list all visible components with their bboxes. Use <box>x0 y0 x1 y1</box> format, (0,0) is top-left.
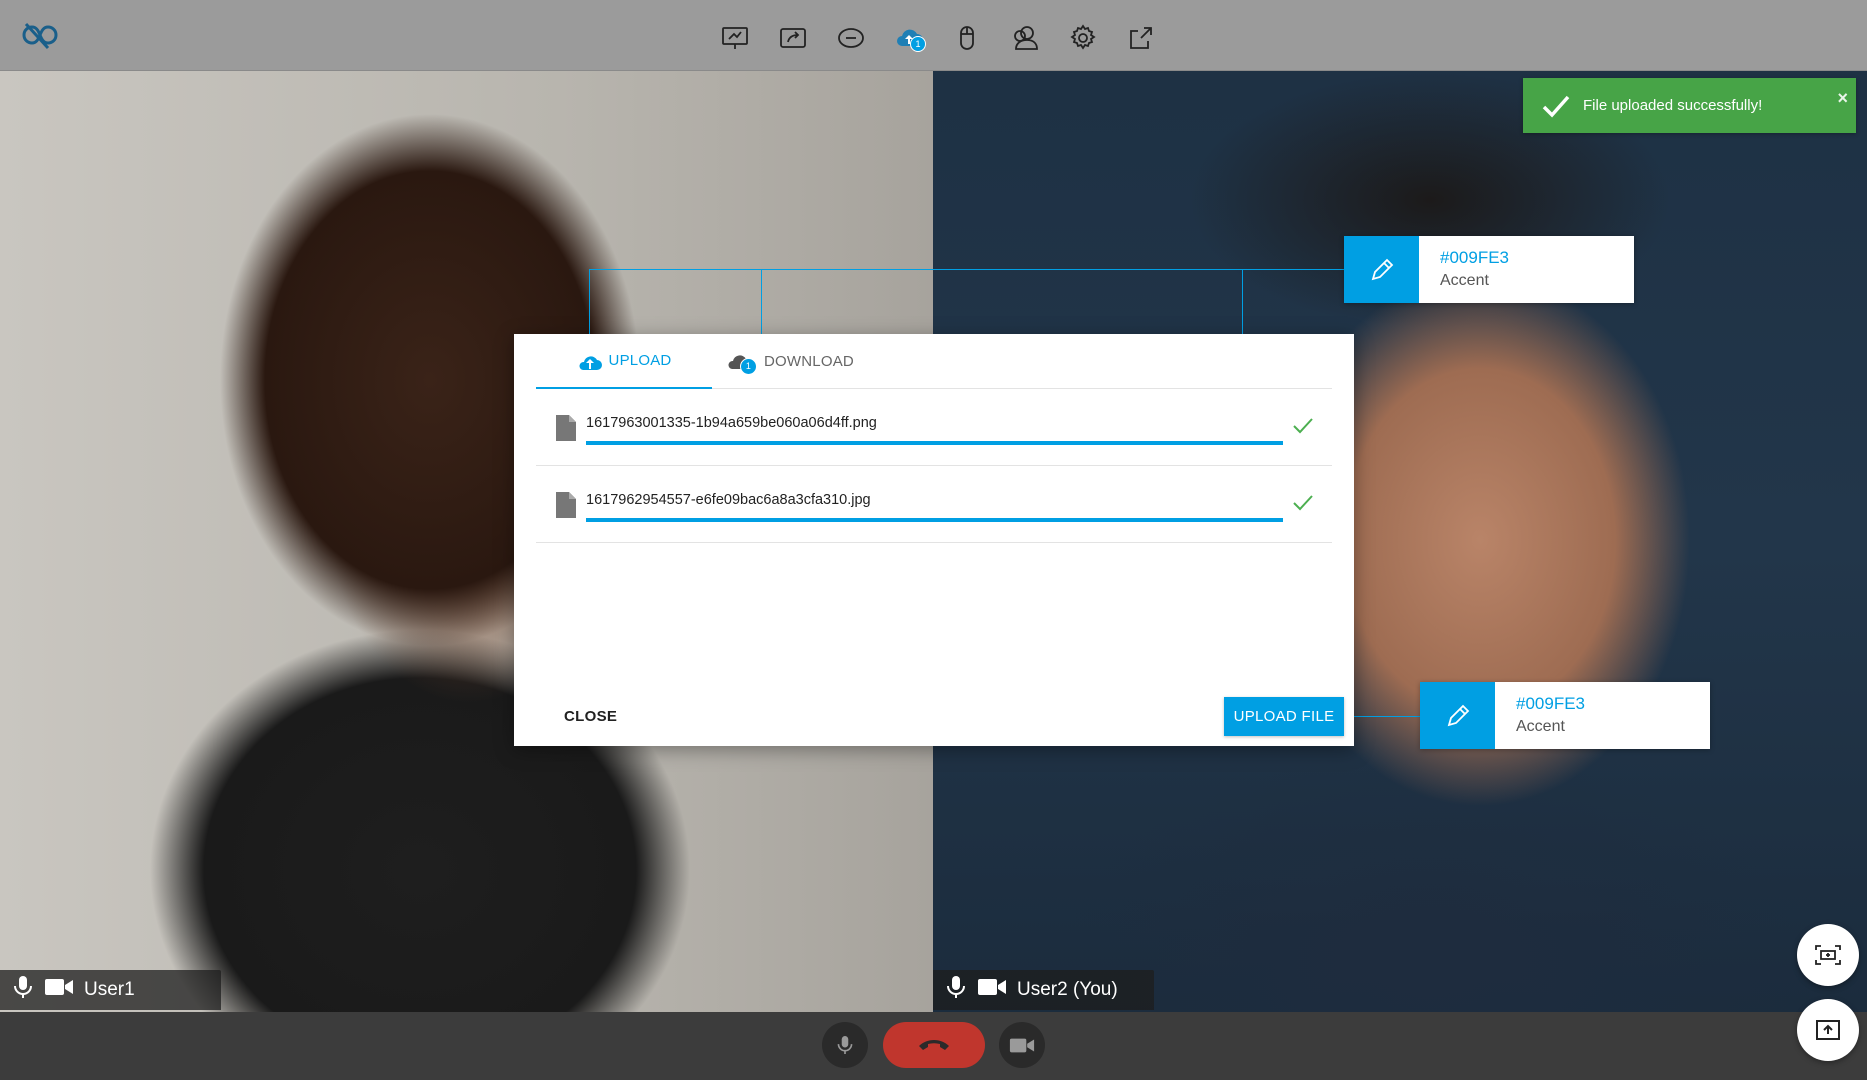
file-transfer-button[interactable]: 1 <box>890 20 928 56</box>
cloud-download-icon: 1 <box>726 350 758 375</box>
swatch-label: Accent <box>1516 718 1565 735</box>
annotation-guide <box>1346 716 1420 717</box>
camera-icon <box>1009 1038 1035 1052</box>
close-button[interactable]: CLOSE <box>564 708 617 725</box>
hang-up-button[interactable] <box>883 1022 985 1068</box>
tab-upload-label: UPLOAD <box>608 352 672 369</box>
pencil-icon <box>1447 704 1469 726</box>
file-row: 1617963001335-1b94a659be060a06d4ff.png <box>536 389 1332 466</box>
swatch-hex: #009FE3 <box>1440 248 1509 267</box>
checkmark-icon <box>1542 95 1570 118</box>
participants-button[interactable] <box>1006 20 1044 56</box>
fullscreen-button[interactable] <box>1122 20 1160 56</box>
whiteboard-icon <box>722 27 748 49</box>
tab-upload[interactable]: UPLOAD <box>536 334 712 389</box>
file-transfer-badge: 1 <box>910 36 926 52</box>
participant-name: User2 (You) <box>1017 979 1118 1000</box>
toggle-camera-button[interactable] <box>999 1022 1045 1068</box>
upload-file-button[interactable]: UPLOAD FILE <box>1224 697 1344 736</box>
camera-icon <box>44 976 74 1004</box>
swatch-hex: #009FE3 <box>1516 694 1585 713</box>
pencil-icon <box>1371 258 1393 280</box>
chat-icon <box>838 28 864 48</box>
upload-progress-bar <box>586 518 1283 522</box>
file-name: 1617963001335-1b94a659be060a06d4ff.png <box>586 415 877 431</box>
camera-icon <box>977 976 1007 1004</box>
share-screen-icon <box>780 28 806 48</box>
file-icon <box>556 415 576 441</box>
tab-download[interactable]: 1 DOWNLOAD <box>726 334 854 388</box>
mute-microphone-button[interactable] <box>822 1022 868 1068</box>
mouse-icon <box>960 26 974 50</box>
phone-hangup-icon <box>919 1040 949 1050</box>
annotation-guide <box>589 269 1344 270</box>
file-transfer-dialog: UPLOAD 1 DOWNLOAD 1617963001335-1b94a659… <box>514 334 1354 746</box>
checkmark-icon <box>1293 418 1313 434</box>
share-screen-button[interactable] <box>774 20 812 56</box>
top-toolbar: 1 <box>0 0 1867 71</box>
microphone-icon <box>945 975 967 1005</box>
remote-mouse-button[interactable] <box>948 20 986 56</box>
microphone-icon <box>12 975 34 1005</box>
microphone-icon <box>837 1036 853 1054</box>
upload-screen-button[interactable] <box>1797 999 1859 1061</box>
file-transfer-tabs: UPLOAD 1 DOWNLOAD <box>536 334 1332 389</box>
tab-download-label: DOWNLOAD <box>764 352 854 370</box>
edit-color-button[interactable] <box>1344 236 1419 303</box>
screen-capture-icon <box>1815 945 1841 965</box>
gear-icon <box>1070 24 1096 50</box>
screenshot-button[interactable] <box>1797 924 1859 986</box>
fullscreen-icon <box>1130 27 1152 49</box>
file-name: 1617962954557-e6fe09bac6a8a3cfa310.jpg <box>586 492 871 508</box>
name-tag-user1: User1 <box>0 970 221 1010</box>
upload-progress-bar <box>586 441 1283 445</box>
app-logo-icon <box>18 18 58 52</box>
cloud-upload-icon <box>579 355 602 370</box>
success-toast: File uploaded successfully! × <box>1523 78 1856 133</box>
edit-color-button[interactable] <box>1420 682 1495 749</box>
download-badge: 1 <box>740 358 757 375</box>
checkmark-icon <box>1293 495 1313 511</box>
file-icon <box>556 492 576 518</box>
participants-icon <box>1014 26 1038 50</box>
toast-message: File uploaded successfully! <box>1583 97 1763 114</box>
toolbar-tools: 1 <box>716 20 1160 56</box>
file-row: 1617962954557-e6fe09bac6a8a3cfa310.jpg <box>536 466 1332 543</box>
upload-icon <box>1816 1020 1840 1040</box>
whiteboard-button[interactable] <box>716 20 754 56</box>
chat-button[interactable] <box>832 20 870 56</box>
name-tag-user2: User2 (You) <box>933 970 1154 1010</box>
swatch-label: Accent <box>1440 272 1489 289</box>
settings-button[interactable] <box>1064 20 1102 56</box>
color-swatch-card: #009FE3 Accent <box>1344 236 1634 303</box>
participant-name: User1 <box>84 979 135 1000</box>
close-icon[interactable]: × <box>1837 88 1848 109</box>
color-swatch-card: #009FE3 Accent <box>1420 682 1710 749</box>
